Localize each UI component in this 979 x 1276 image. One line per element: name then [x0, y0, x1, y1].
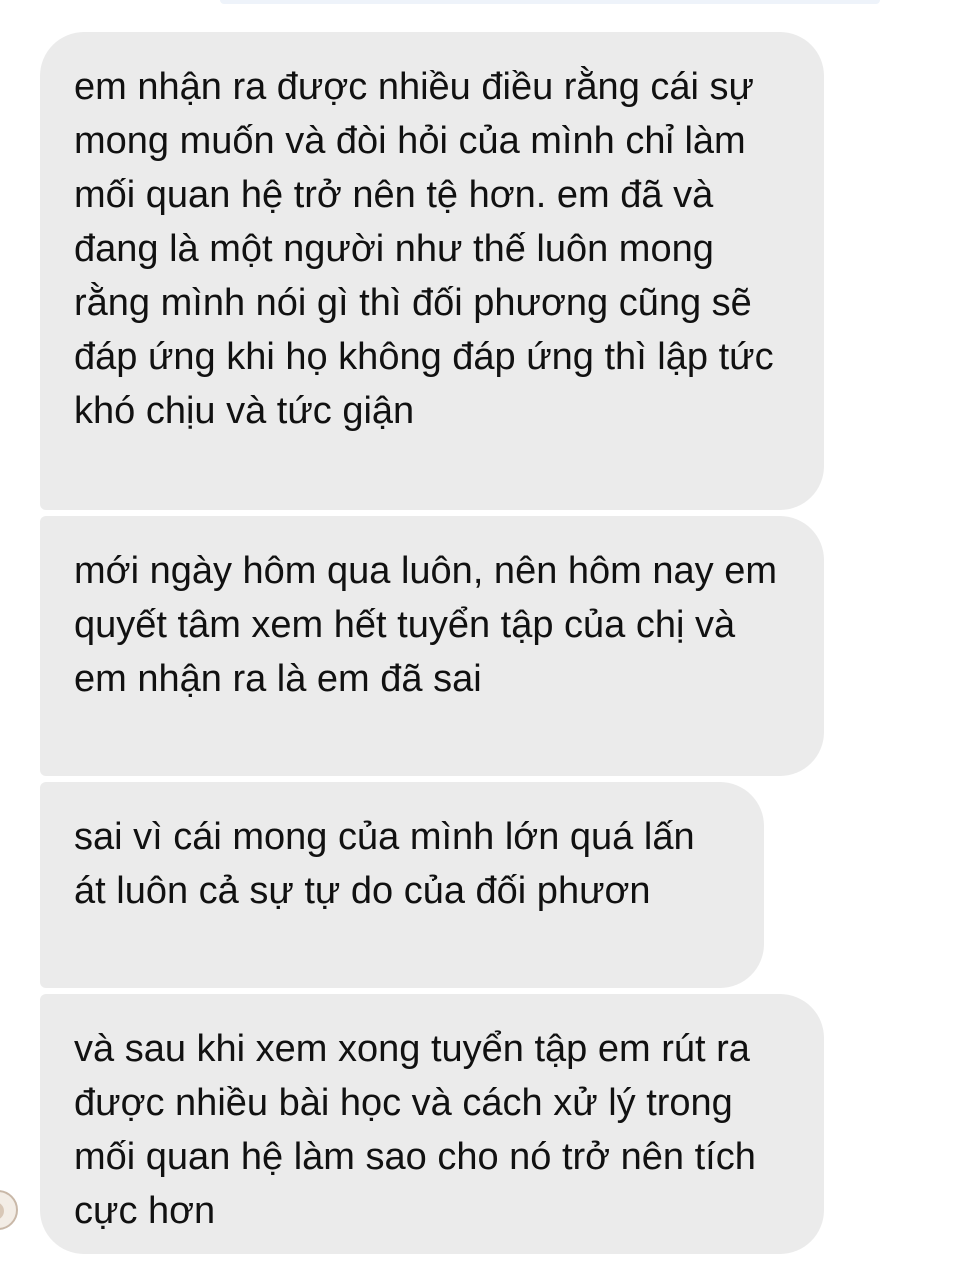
- message-bubble-2[interactable]: mới ngày hôm qua luôn, nên hôm nay em qu…: [40, 516, 824, 776]
- message-bubble-4[interactable]: và sau khi xem xong tuyển tập em rút ra …: [40, 994, 824, 1254]
- avatar-face-icon: [0, 1202, 4, 1220]
- chat-screen: em nhận ra được nhiều điều rằng cái sự m…: [0, 0, 979, 1276]
- message-bubble-1[interactable]: em nhận ra được nhiều điều rằng cái sự m…: [40, 32, 824, 510]
- message-thread: em nhận ra được nhiều điều rằng cái sự m…: [40, 32, 830, 1254]
- message-bubble-3[interactable]: sai vì cái mong của mình lớn quá lấn át …: [40, 782, 764, 988]
- top-edge-fade: [220, 0, 880, 4]
- avatar-icon[interactable]: [0, 1190, 18, 1230]
